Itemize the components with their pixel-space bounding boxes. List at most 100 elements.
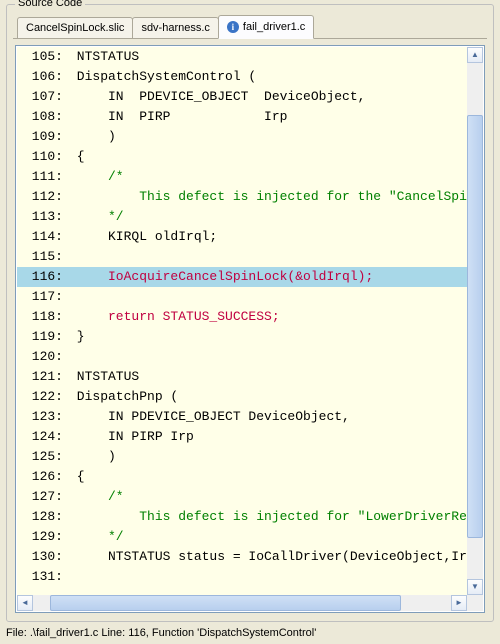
code-line[interactable]: 125: ) (17, 447, 467, 467)
code-line[interactable]: 124: IN PIRP Irp (17, 427, 467, 447)
file-tabs: CancelSpinLock.slic sdv-harness.c i fail_dr… (13, 17, 487, 39)
code-line[interactable]: 110: { (17, 147, 467, 167)
code-line[interactable]: 106: DispatchSystemControl ( (17, 67, 467, 87)
code-text: IN PIRP Irp (67, 107, 467, 127)
code-line[interactable]: 105: NTSTATUS (17, 47, 467, 67)
file-tab-label: fail_driver1.c (243, 21, 305, 33)
file-tab-label: sdv-harness.c (141, 22, 209, 34)
code-text (67, 347, 467, 367)
code-line[interactable]: 108: IN PIRP Irp (17, 107, 467, 127)
code-text: { (67, 467, 467, 487)
code-line[interactable]: 111: /* (17, 167, 467, 187)
code-line[interactable]: 123: IN PDEVICE_OBJECT DeviceObject, (17, 407, 467, 427)
line-number: 113: (17, 207, 67, 227)
code-text: return STATUS_SUCCESS; (67, 307, 467, 327)
file-tab-1[interactable]: sdv-harness.c (132, 17, 218, 39)
file-tab-label: CancelSpinLock.slic (26, 22, 124, 34)
line-number: 114: (17, 227, 67, 247)
horizontal-scroll-track[interactable] (33, 595, 451, 611)
line-number: 117: (17, 287, 67, 307)
code-line[interactable]: 128: This defect is injected for "LowerD… (17, 507, 467, 527)
code-line[interactable]: 122: DispatchPnp ( (17, 387, 467, 407)
code-text (67, 287, 467, 307)
code-text: IN PIRP Irp (67, 427, 467, 447)
scroll-left-button[interactable]: ◄ (17, 595, 33, 611)
code-line[interactable]: 112: This defect is injected for the "Ca… (17, 187, 467, 207)
line-number: 120: (17, 347, 67, 367)
code-text: IN PDEVICE_OBJECT DeviceObject, (67, 407, 467, 427)
code-text: { (67, 147, 467, 167)
line-number: 111: (17, 167, 67, 187)
code-viewport[interactable]: 105: NTSTATUS106: DispatchSystemControl … (17, 47, 467, 595)
code-line[interactable]: 117: (17, 287, 467, 307)
code-text (67, 247, 467, 267)
vertical-scroll-thumb[interactable] (467, 115, 483, 538)
line-number: 112: (17, 187, 67, 207)
line-number: 125: (17, 447, 67, 467)
line-number: 122: (17, 387, 67, 407)
line-number: 109: (17, 127, 67, 147)
line-number: 129: (17, 527, 67, 547)
scrollbar-corner (467, 595, 483, 611)
vertical-scrollbar[interactable]: ▲ ▼ (467, 47, 483, 595)
code-line[interactable]: 119: } (17, 327, 467, 347)
horizontal-scrollbar[interactable]: ◄ ► (17, 595, 467, 611)
code-line[interactable]: 130: NTSTATUS status = IoCallDriver(Devi… (17, 547, 467, 567)
scroll-right-button[interactable]: ► (451, 595, 467, 611)
line-number: 124: (17, 427, 67, 447)
code-text: IN PDEVICE_OBJECT DeviceObject, (67, 87, 467, 107)
line-number: 105: (17, 47, 67, 67)
code-text: */ (67, 207, 467, 227)
code-text: DispatchSystemControl ( (67, 67, 467, 87)
line-number: 128: (17, 507, 67, 527)
code-text: This defect is injected for the "CancelS… (67, 187, 467, 207)
code-text: This defect is injected for "LowerDriver… (67, 507, 467, 527)
code-line[interactable]: 126: { (17, 467, 467, 487)
code-editor: 105: NTSTATUS106: DispatchSystemControl … (15, 45, 485, 613)
code-text: } (67, 327, 467, 347)
code-text: NTSTATUS (67, 47, 467, 67)
code-line[interactable]: 121: NTSTATUS (17, 367, 467, 387)
code-line[interactable]: 113: */ (17, 207, 467, 227)
code-text: IoAcquireCancelSpinLock(&oldIrql); (67, 267, 467, 287)
line-number: 106: (17, 67, 67, 87)
code-text: KIRQL oldIrql; (67, 227, 467, 247)
line-number: 118: (17, 307, 67, 327)
line-number: 115: (17, 247, 67, 267)
scroll-down-button[interactable]: ▼ (467, 579, 483, 595)
code-text: /* (67, 487, 467, 507)
code-line[interactable]: 109: ) (17, 127, 467, 147)
code-text: NTSTATUS (67, 367, 467, 387)
line-number: 123: (17, 407, 67, 427)
code-line[interactable]: 129: */ (17, 527, 467, 547)
line-number: 119: (17, 327, 67, 347)
code-text: ) (67, 127, 467, 147)
source-code-panel: Source Code CancelSpinLock.slicsdv-harne… (6, 4, 494, 622)
line-number: 107: (17, 87, 67, 107)
code-line[interactable]: 120: (17, 347, 467, 367)
code-line[interactable]: 118: return STATUS_SUCCESS; (17, 307, 467, 327)
info-icon: i (227, 21, 239, 33)
code-text: DispatchPnp ( (67, 387, 467, 407)
code-text: ) (67, 447, 467, 467)
line-number: 126: (17, 467, 67, 487)
line-number: 130: (17, 547, 67, 567)
panel-title: Source Code (15, 0, 85, 9)
code-line[interactable]: 115: (17, 247, 467, 267)
status-bar: File: .\fail_driver1.c Line: 116, Functi… (4, 624, 496, 642)
code-line[interactable]: 131: (17, 567, 467, 587)
line-number: 108: (17, 107, 67, 127)
file-tab-0[interactable]: CancelSpinLock.slic (17, 17, 133, 39)
vertical-scroll-track[interactable] (467, 63, 483, 579)
code-line[interactable]: 116: IoAcquireCancelSpinLock(&oldIrql); (17, 267, 467, 287)
code-text: /* (67, 167, 467, 187)
scroll-up-button[interactable]: ▲ (467, 47, 483, 63)
file-tab-2[interactable]: i fail_driver1.c (218, 15, 314, 39)
line-number: 110: (17, 147, 67, 167)
code-text: */ (67, 527, 467, 547)
horizontal-scroll-thumb[interactable] (50, 595, 401, 611)
code-line[interactable]: 107: IN PDEVICE_OBJECT DeviceObject, (17, 87, 467, 107)
code-line[interactable]: 127: /* (17, 487, 467, 507)
code-line[interactable]: 114: KIRQL oldIrql; (17, 227, 467, 247)
line-number: 131: (17, 567, 67, 587)
